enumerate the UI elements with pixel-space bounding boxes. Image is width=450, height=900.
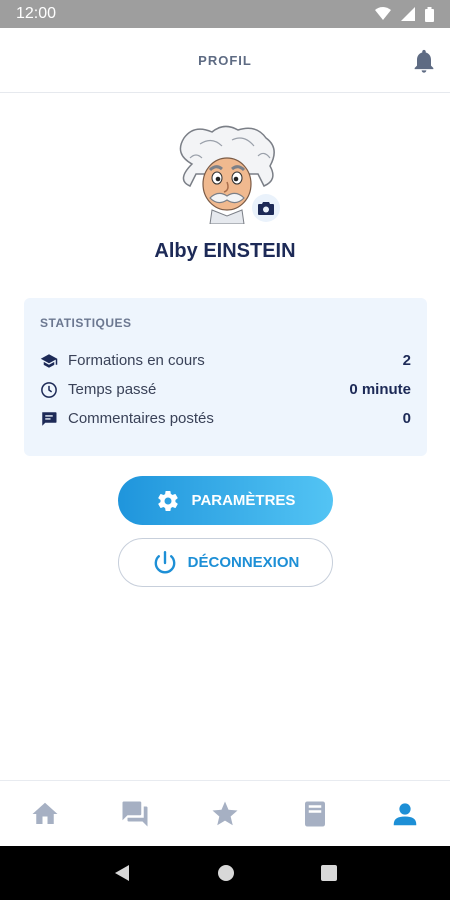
- battery-icon: [425, 6, 434, 22]
- stat-value: 0: [402, 410, 411, 427]
- nav-profile[interactable]: [375, 784, 435, 844]
- nav-favorites[interactable]: [195, 784, 255, 844]
- system-nav-bar: [0, 846, 450, 900]
- stat-row-comments: Commentaires postés 0: [40, 404, 411, 433]
- stats-title: STATISTIQUES: [40, 316, 132, 330]
- page-title: PROFIL: [198, 52, 252, 68]
- stat-value: 2: [402, 352, 411, 369]
- nav-home[interactable]: [15, 784, 75, 844]
- home-icon: [32, 802, 58, 824]
- settings-button[interactable]: PARAMÈTRES: [118, 476, 333, 525]
- stat-label: Formations en cours: [68, 352, 205, 369]
- logout-button-label: DÉCONNEXION: [187, 554, 300, 571]
- app-header: PROFIL: [0, 28, 450, 93]
- stat-row-time: Temps passé 0 minute: [40, 375, 411, 404]
- bottom-nav: [0, 780, 450, 846]
- book-icon: [305, 801, 325, 826]
- chat-icon: [122, 801, 148, 826]
- clock-icon: [41, 381, 57, 398]
- bell-icon[interactable]: [410, 47, 438, 75]
- status-icons: [375, 6, 434, 22]
- stat-row-formations: Formations en cours 2: [40, 346, 411, 375]
- status-time: 12:00: [16, 5, 57, 22]
- signal-icon: [401, 7, 415, 21]
- change-photo-button[interactable]: [252, 194, 280, 222]
- comment-icon: [42, 411, 57, 426]
- home-circle-icon[interactable]: [217, 864, 235, 882]
- camera-icon: [258, 202, 274, 215]
- user-name: Alby EINSTEIN: [154, 240, 296, 262]
- stats-card: STATISTIQUES Formations en cours 2 Temps…: [24, 298, 427, 456]
- graduation-cap-icon: [40, 353, 58, 368]
- back-icon[interactable]: [113, 864, 131, 882]
- user-icon: [393, 802, 417, 825]
- logout-button[interactable]: DÉCONNEXION: [118, 538, 333, 587]
- status-bar: 12:00: [0, 0, 450, 28]
- stat-value: 0 minute: [349, 381, 411, 398]
- nav-chat[interactable]: [105, 784, 165, 844]
- nav-library[interactable]: [285, 784, 345, 844]
- gear-icon: [157, 490, 178, 511]
- star-icon: [212, 801, 238, 825]
- stat-label: Temps passé: [68, 381, 157, 398]
- power-icon: [154, 550, 176, 574]
- recents-icon[interactable]: [321, 865, 337, 881]
- stat-label: Commentaires postés: [68, 410, 214, 427]
- settings-button-label: PARAMÈTRES: [191, 492, 296, 509]
- wifi-icon: [375, 7, 391, 20]
